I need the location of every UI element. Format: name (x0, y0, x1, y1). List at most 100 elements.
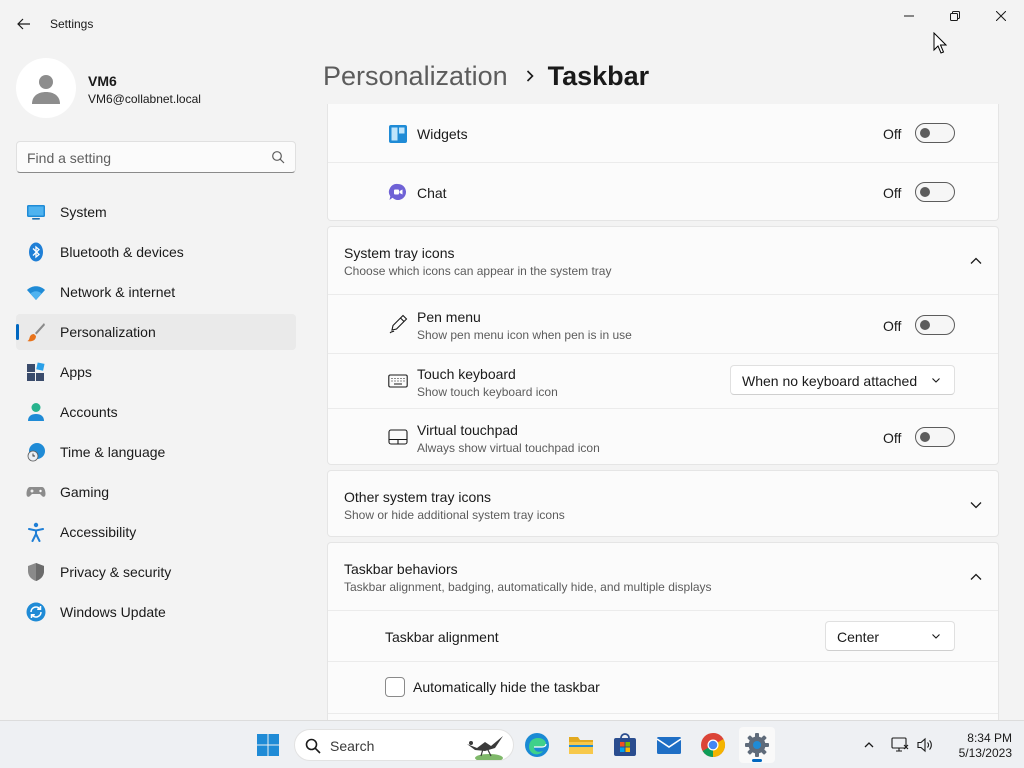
chrome-taskbar-button[interactable] (695, 727, 731, 763)
chat-state: Off (883, 185, 902, 201)
clock-time: 8:34 PM (967, 731, 1012, 745)
title-bar: Settings (0, 0, 1024, 48)
other-tray-icons-card[interactable]: Other system tray icons Show or hide add… (327, 470, 999, 537)
minimize-button[interactable] (886, 0, 932, 32)
person-silhouette-icon (32, 75, 60, 104)
search-icon (305, 738, 321, 754)
sidebar-item-apps[interactable]: Apps (16, 354, 296, 390)
touch-keyboard-dropdown[interactable]: When no keyboard attached (730, 365, 955, 395)
toggle-knob (920, 128, 930, 138)
touch-keyboard-description: Show touch keyboard icon (417, 385, 558, 399)
section-title: System tray icons (344, 245, 455, 261)
search-highlight-icon (467, 736, 503, 760)
section-subtitle: Show or hide additional system tray icon… (344, 508, 565, 522)
system-tray-header[interactable]: System tray icons Choose which icons can… (328, 227, 998, 294)
edge-taskbar-button[interactable] (519, 727, 555, 763)
profile-name: VM6 (88, 73, 117, 89)
widgets-toggle[interactable] (915, 123, 955, 143)
sidebar-item-system[interactable]: System (16, 194, 296, 230)
chevron-right-icon (526, 70, 534, 82)
page-title: Taskbar (547, 60, 650, 91)
section-title: Other system tray icons (344, 489, 492, 505)
widgets-label: Widgets (417, 126, 468, 142)
section-subtitle: Taskbar alignment, badging, automaticall… (344, 580, 712, 594)
breadcrumb-separator (526, 70, 534, 82)
chat-icon (388, 183, 407, 200)
dropdown-value: Center (837, 629, 880, 645)
sidebar-item-bluetooth[interactable]: Bluetooth & devices (16, 234, 296, 270)
windows-logo-icon (257, 734, 279, 756)
taskbar-alignment-dropdown[interactable]: Center (825, 621, 955, 651)
behaviors-header[interactable]: Taskbar behaviors Taskbar alignment, bad… (328, 543, 998, 610)
globe-clock-icon (27, 443, 45, 462)
sidebar-item-network[interactable]: Network & internet (16, 274, 296, 310)
network-status-icon-button[interactable] (888, 721, 912, 768)
brush-icon (27, 323, 45, 342)
sidebar-item-gaming[interactable]: Gaming (16, 474, 296, 510)
bluetooth-icon (29, 242, 43, 262)
close-icon (996, 11, 1006, 21)
network-monitor-icon (891, 737, 909, 752)
pen-menu-toggle[interactable] (915, 315, 955, 335)
store-taskbar-button[interactable] (607, 727, 643, 763)
person-icon (28, 403, 44, 421)
accessibility-icon (28, 522, 44, 542)
chevron-down-icon (932, 378, 940, 383)
chat-toggle[interactable] (915, 182, 955, 202)
volume-icon-button[interactable] (913, 721, 937, 768)
pen-menu-state: Off (883, 318, 902, 334)
file-explorer-taskbar-button[interactable] (563, 727, 599, 763)
sidebar-item-windows-update[interactable]: Windows Update (16, 594, 296, 630)
virtual-touchpad-label: Virtual touchpad (417, 422, 518, 438)
chat-label: Chat (417, 185, 447, 201)
virtual-touchpad-row: Virtual touchpad Always show virtual tou… (328, 409, 998, 466)
sidebar-item-label: Windows Update (60, 604, 166, 620)
sidebar-item-time-language[interactable]: Time & language (16, 434, 296, 470)
sidebar-item-accounts[interactable]: Accounts (16, 394, 296, 430)
widgets-state: Off (883, 126, 902, 142)
dropdown-value: When no keyboard attached (742, 373, 918, 389)
windows-taskbar: Search 8:34 PM 5/13/2023 (0, 720, 1024, 768)
sidebar-item-accessibility[interactable]: Accessibility (16, 514, 296, 550)
sidebar-item-personalization[interactable]: Personalization (16, 314, 296, 350)
taskbar-search-label: Search (330, 738, 375, 754)
widgets-row: Widgets Off (328, 104, 998, 162)
start-button[interactable] (250, 727, 286, 763)
update-icon (26, 602, 46, 622)
settings-gear-icon (745, 733, 769, 757)
mail-taskbar-button[interactable] (651, 727, 687, 763)
virtual-touchpad-description: Always show virtual touchpad icon (417, 441, 600, 455)
chevron-down-icon[interactable] (968, 497, 984, 513)
taskbar-search[interactable]: Search (294, 729, 514, 761)
system-clock[interactable]: 8:34 PM 5/13/2023 (942, 731, 1012, 761)
breadcrumb-parent[interactable]: Personalization (323, 61, 508, 92)
microsoft-store-icon (614, 733, 636, 756)
speaker-icon (917, 737, 932, 753)
chevron-up-icon[interactable] (968, 569, 984, 585)
user-profile[interactable]: VM6 VM6@collabnet.local (16, 58, 296, 118)
sidebar-item-privacy-security[interactable]: Privacy & security (16, 554, 296, 590)
back-button[interactable] (10, 10, 38, 38)
breadcrumb: Personalization Taskbar (323, 58, 649, 94)
chevron-down-icon (932, 634, 940, 639)
chevron-up-icon (864, 742, 874, 748)
settings-search-box[interactable] (16, 141, 296, 173)
search-input[interactable] (27, 148, 257, 168)
show-hidden-icons-button[interactable] (858, 721, 880, 768)
virtual-touchpad-state: Off (883, 430, 902, 446)
maximize-button[interactable] (932, 0, 978, 32)
edge-browser-icon (525, 733, 549, 757)
search-icon (272, 151, 285, 164)
pen-menu-description: Show pen menu icon when pen is in use (417, 328, 632, 342)
touchpad-icon (388, 429, 408, 445)
section-title: Taskbar behaviors (344, 561, 458, 577)
autohide-row: Automatically hide the taskbar (328, 662, 998, 712)
chevron-up-icon[interactable] (968, 253, 984, 269)
taskbar-behaviors-card: Taskbar behaviors Taskbar alignment, bad… (327, 542, 999, 720)
virtual-touchpad-toggle[interactable] (915, 427, 955, 447)
pen-icon (389, 314, 408, 334)
close-button[interactable] (978, 0, 1024, 32)
autohide-checkbox[interactable] (385, 677, 405, 697)
toggle-knob (920, 432, 930, 442)
settings-taskbar-button[interactable] (739, 727, 775, 763)
